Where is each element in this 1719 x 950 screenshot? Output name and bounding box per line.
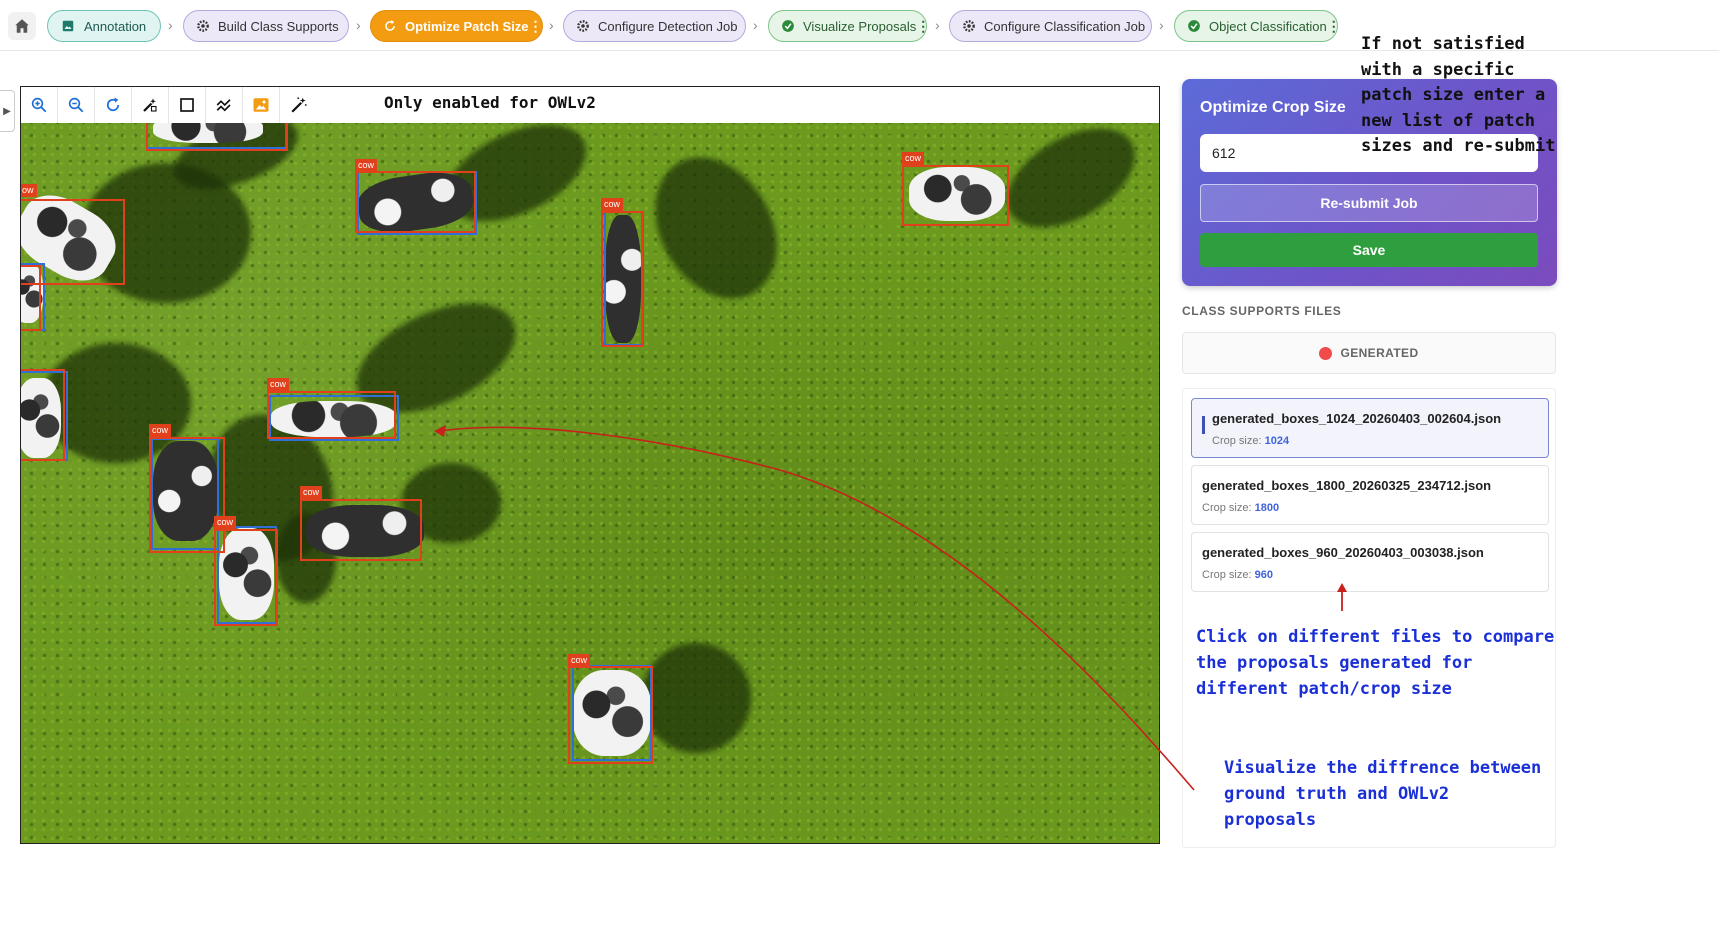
file-item[interactable]: generated_boxes_1800_20260325_234712.jso… [1191,465,1549,525]
chevron-right-icon: › [356,17,361,33]
image-toggle-button[interactable] [243,87,280,123]
home-button[interactable] [8,12,36,40]
detection-label: cow [902,152,925,165]
aerial-image: ow cow cow cow cow cow cow cow cow [21,123,1159,843]
detection-label: cow [149,424,172,437]
step-label: Visualize Proposals [803,18,917,34]
chevron-right-icon: › [168,17,173,33]
sidebar-toggle-button[interactable]: ▶ [0,90,15,132]
step-annotation[interactable]: Annotation [47,10,161,42]
step-object-classification[interactable]: Object Classification ⋮ [1174,10,1341,42]
home-icon [15,19,29,33]
file-name: generated_boxes_1800_20260325_234712.jso… [1202,478,1492,493]
line-tool-button[interactable] [206,87,243,123]
detection-label: cow [355,159,378,172]
more-vert-icon[interactable]: ⋮ [1327,18,1341,35]
gear-icon [962,18,976,34]
diff-note: Visualize the diffrence between ground t… [1224,758,1542,830]
detection-label: ow [21,184,37,197]
selected-indicator [1202,416,1205,434]
step-configure-detection-job[interactable]: Configure Detection Job [563,10,746,42]
zoom-out-icon [68,97,84,113]
step-label: Object Classification [1209,18,1327,34]
image-viewer: Only enabled for OWLv2 ow cow cow cow co… [20,86,1160,844]
step-label: Configure Detection Job [598,18,738,34]
file-crop-size: Crop size: 1800 [1202,502,1280,514]
reset-view-button[interactable] [95,87,132,123]
section-title: CLASS SUPPORTS FILES [1182,304,1342,318]
file-name: generated_boxes_960_20260403_003038.json [1202,545,1484,560]
save-button[interactable]: Save [1200,233,1538,267]
step-label: Build Class Supports [218,18,339,34]
reset-icon [106,97,120,112]
rectangle-tool-button[interactable] [169,87,206,123]
image-icon [60,18,76,34]
file-item[interactable]: generated_boxes_960_20260403_003038.json… [1191,532,1549,592]
file-crop-size: Crop size: 1024 [1212,435,1290,447]
zoom-in-button[interactable] [21,87,58,123]
image-icon [253,98,269,112]
chevron-right-icon: › [935,17,940,33]
zoom-out-button[interactable] [58,87,95,123]
magic-edit-button[interactable] [132,87,169,123]
chevron-right-icon: › [1159,17,1164,33]
gear-icon [576,18,590,34]
owlv2-note: Only enabled for OWLv2 [384,93,596,112]
step-configure-classification-job[interactable]: Configure Classification Job [949,10,1152,42]
detection-label: cow [214,516,237,529]
detection-label: cow [568,654,591,667]
more-vert-icon[interactable]: ⋮ [916,18,930,35]
refresh-icon [383,18,397,34]
detection-label: cow [267,378,290,391]
step-label: Annotation [84,18,147,34]
detection-label: cow [300,486,323,499]
chevron-right-icon: ▶ [3,105,11,117]
chevron-right-icon: › [549,17,554,33]
check-circle-icon [781,18,795,34]
generated-status[interactable]: GENERATED [1182,332,1556,374]
rectangle-icon [180,98,194,112]
step-build-class-supports[interactable]: Build Class Supports [183,10,349,42]
patch-size-note: If not satisfied with a specific patch s… [1361,34,1556,156]
more-vert-icon[interactable]: ⋮ [529,18,543,35]
magic-wand-button[interactable] [280,87,317,123]
zoom-in-icon [31,97,47,113]
detection-label: cow [601,198,624,211]
step-label: Optimize Patch Size [405,18,529,34]
file-crop-size: Crop size: 960 [1202,569,1273,581]
gear-icon [196,18,210,34]
chevron-right-icon: › [753,17,758,33]
magic-wand-icon [290,97,307,113]
step-optimize-patch-size[interactable]: Optimize Patch Size ⋮ [370,10,543,42]
panel-title: Optimize Crop Size [1200,99,1346,116]
resubmit-job-button[interactable]: Re-submit Job [1200,184,1538,222]
step-visualize-proposals[interactable]: Visualize Proposals ⋮ [768,10,930,42]
viewer-toolbar: Only enabled for OWLv2 [21,87,1159,124]
file-name: generated_boxes_1024_20260403_002604.jso… [1212,411,1502,426]
status-dot-icon [1319,346,1333,360]
step-label: Configure Classification Job [984,18,1146,34]
generated-label: GENERATED [1340,346,1419,360]
file-item[interactable]: generated_boxes_1024_20260403_002604.jso… [1191,398,1549,458]
check-circle-icon [1187,18,1201,34]
line-icon [216,99,231,112]
magic-edit-icon [143,98,157,112]
compare-files-note: Click on different files to compare the … [1196,627,1555,699]
